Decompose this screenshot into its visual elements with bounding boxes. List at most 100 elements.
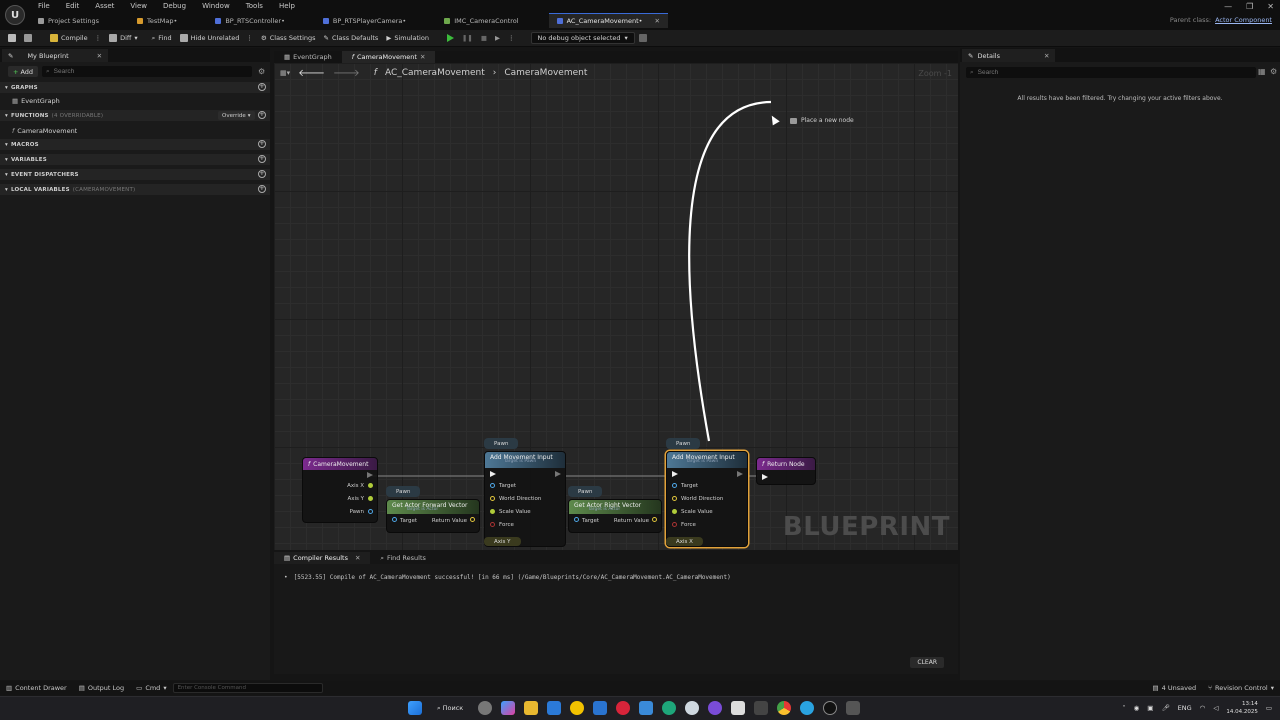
add-movement-input-node[interactable]: Add Movement Input Target is Pawn Target … bbox=[484, 451, 566, 547]
more-icon[interactable]: ⋮ bbox=[508, 34, 515, 42]
stop-icon[interactable]: ■ bbox=[481, 34, 487, 42]
steam-icon[interactable] bbox=[685, 701, 700, 715]
return-pin[interactable]: Return Value bbox=[432, 517, 475, 524]
target-pin[interactable]: Target bbox=[574, 517, 599, 524]
tab-find-results[interactable]: ⌕ Find Results bbox=[370, 552, 436, 564]
axis-y-getter-node[interactable]: Axis Y bbox=[484, 537, 521, 546]
add-graph-icon[interactable]: + bbox=[258, 83, 266, 91]
microphone-icon[interactable]: 🎤︎ bbox=[1161, 704, 1169, 712]
exec-pins[interactable] bbox=[485, 468, 565, 479]
cmd-dropdown[interactable]: ▭ Cmd ▾ bbox=[130, 681, 172, 695]
save-button[interactable] bbox=[4, 31, 20, 46]
app-icon[interactable] bbox=[846, 701, 861, 715]
tab-bp-rtscontroller[interactable]: BP_RTSController• bbox=[207, 13, 293, 28]
search-input[interactable] bbox=[53, 68, 244, 75]
hide-unrelated-button[interactable]: Hide Unrelated ⋮ bbox=[176, 31, 257, 46]
tab-compiler-results[interactable]: ▤ Compiler Results ✕ bbox=[274, 552, 371, 564]
console-input[interactable]: Enter Console Command bbox=[172, 683, 323, 693]
macros-section[interactable]: ▾ MACROS + bbox=[0, 139, 270, 150]
menu-file[interactable]: File bbox=[30, 2, 58, 10]
store-icon[interactable] bbox=[547, 701, 562, 715]
local-variables-section[interactable]: ▾ LOCAL VARIABLES (CAMERAMOVEMENT) + bbox=[0, 184, 270, 195]
file-explorer-icon[interactable] bbox=[524, 701, 539, 715]
tab-imc-cameracontrol[interactable]: IMC_CameraControl bbox=[436, 13, 526, 28]
exec-in-pin[interactable] bbox=[757, 470, 815, 483]
unreal-taskbar-icon[interactable] bbox=[823, 701, 838, 715]
close-icon[interactable]: ✕ bbox=[97, 52, 102, 60]
taskbar-search[interactable]: ⌕ Поиск bbox=[431, 704, 469, 713]
get-actor-right-vector-node[interactable]: Get Actor Right Vector Target is Actor Ta… bbox=[568, 499, 662, 533]
menu-window[interactable]: Window bbox=[194, 2, 238, 10]
tab-cameramovement[interactable]: f CameraMovement ✕ bbox=[341, 51, 436, 63]
tab-details[interactable]: ✎ Details ✕ bbox=[962, 49, 1056, 62]
force-pin[interactable]: Force bbox=[667, 518, 747, 531]
world-direction-pin[interactable]: World Direction bbox=[667, 492, 747, 505]
close-icon[interactable]: ✕ bbox=[654, 17, 659, 25]
tray-app-icon[interactable]: ◉ bbox=[1134, 704, 1140, 712]
menu-help[interactable]: Help bbox=[271, 2, 303, 10]
class-defaults-button[interactable]: ✎ Class Defaults bbox=[320, 31, 383, 46]
add-local-variable-icon[interactable]: + bbox=[258, 185, 266, 193]
add-movement-input-node-selected[interactable]: Add Movement Input Target is Pawn Target … bbox=[666, 451, 748, 547]
menu-edit[interactable]: Edit bbox=[58, 2, 88, 10]
opera-icon[interactable] bbox=[616, 701, 631, 715]
photos-icon[interactable] bbox=[639, 701, 654, 715]
graphs-section[interactable]: ▾ GRAPHS + bbox=[0, 82, 270, 93]
parent-class-link[interactable]: Actor Component bbox=[1215, 16, 1272, 24]
pawn-getter-node[interactable]: Pawn bbox=[568, 486, 603, 497]
class-settings-button[interactable]: ⚙ Class Settings bbox=[257, 31, 320, 46]
add-macro-icon[interactable]: + bbox=[258, 140, 266, 148]
yandex-browser-icon[interactable] bbox=[570, 701, 585, 715]
tab-my-blueprint[interactable]: ✎ My Blueprint ✕ bbox=[2, 49, 109, 62]
pawn-pin[interactable]: Pawn bbox=[303, 505, 377, 518]
scale-value-pin[interactable]: Scale Value bbox=[667, 505, 747, 518]
diff-button[interactable]: Diff ▾ bbox=[105, 31, 142, 46]
variables-section[interactable]: ▾ VARIABLES + bbox=[0, 154, 270, 165]
chrome-icon[interactable] bbox=[777, 701, 792, 715]
app-icon[interactable] bbox=[708, 701, 723, 715]
close-icon[interactable]: ✕ bbox=[420, 53, 425, 61]
target-return-pins[interactable]: Target Return Value bbox=[569, 514, 661, 527]
function-entry-node[interactable]: f CameraMovement Axis X Axis Y Pawn bbox=[302, 457, 378, 523]
pawn-getter-node[interactable]: Pawn bbox=[386, 486, 421, 497]
force-pin[interactable]: Force bbox=[485, 518, 565, 531]
tab-project-settings[interactable]: Project Settings bbox=[30, 13, 107, 28]
volume-icon[interactable]: ◁ bbox=[1213, 704, 1218, 712]
add-dispatcher-icon[interactable]: + bbox=[258, 170, 266, 178]
unsaved-button[interactable]: ▤ 4 Unsaved bbox=[1147, 681, 1203, 695]
debug-object-select[interactable]: No debug object selected ▾ bbox=[530, 32, 635, 44]
content-drawer-button[interactable]: ▥ Content Drawer bbox=[0, 681, 73, 695]
menu-asset[interactable]: Asset bbox=[87, 2, 122, 10]
gear-icon[interactable]: ⚙ bbox=[1270, 67, 1277, 76]
gear-icon[interactable]: ⚙ bbox=[258, 67, 265, 76]
tray-app-icon[interactable]: ▣ bbox=[1147, 704, 1153, 712]
close-window-icon[interactable]: ✕ bbox=[1267, 2, 1274, 11]
clock[interactable]: 13:14 14.04.2025 bbox=[1226, 700, 1258, 716]
clear-button[interactable]: CLEAR bbox=[910, 657, 944, 668]
telegram-icon[interactable] bbox=[800, 701, 815, 715]
copilot-icon[interactable] bbox=[501, 701, 516, 715]
target-pin[interactable]: Target bbox=[667, 479, 747, 492]
tab-eventgraph[interactable]: ▦ EventGraph bbox=[274, 51, 342, 63]
search-input[interactable] bbox=[977, 69, 1248, 76]
revision-control-button[interactable]: ⑂ Revision Control ▾ bbox=[1202, 681, 1280, 695]
close-icon[interactable]: ✕ bbox=[1044, 52, 1049, 60]
axis-y-pin[interactable]: Axis Y bbox=[303, 492, 377, 505]
target-return-pins[interactable]: Target Return Value bbox=[387, 514, 479, 527]
more-icon[interactable]: ⋮ bbox=[95, 34, 102, 42]
add-function-icon[interactable]: + bbox=[258, 111, 266, 119]
edge-icon[interactable] bbox=[662, 701, 677, 715]
exec-out-pin[interactable] bbox=[303, 470, 377, 479]
scale-value-pin[interactable]: Scale Value bbox=[485, 505, 565, 518]
axis-x-getter-node[interactable]: Axis X bbox=[666, 537, 703, 546]
target-pin[interactable]: Target bbox=[485, 479, 565, 492]
tab-ac-cameramovement[interactable]: AC_CameraMovement• ✕ bbox=[548, 13, 668, 28]
world-direction-pin[interactable]: World Direction bbox=[485, 492, 565, 505]
sidebar-item-eventgraph[interactable]: ▦ EventGraph bbox=[0, 95, 270, 106]
pause-icon[interactable]: ❚❚ bbox=[462, 34, 473, 42]
axis-x-pin[interactable]: Axis X bbox=[303, 479, 377, 492]
more-icon[interactable]: ⋮ bbox=[246, 34, 253, 42]
browse-button[interactable] bbox=[20, 31, 36, 46]
output-log-button[interactable]: ▤ Output Log bbox=[73, 681, 130, 695]
menu-view[interactable]: View bbox=[122, 2, 155, 10]
